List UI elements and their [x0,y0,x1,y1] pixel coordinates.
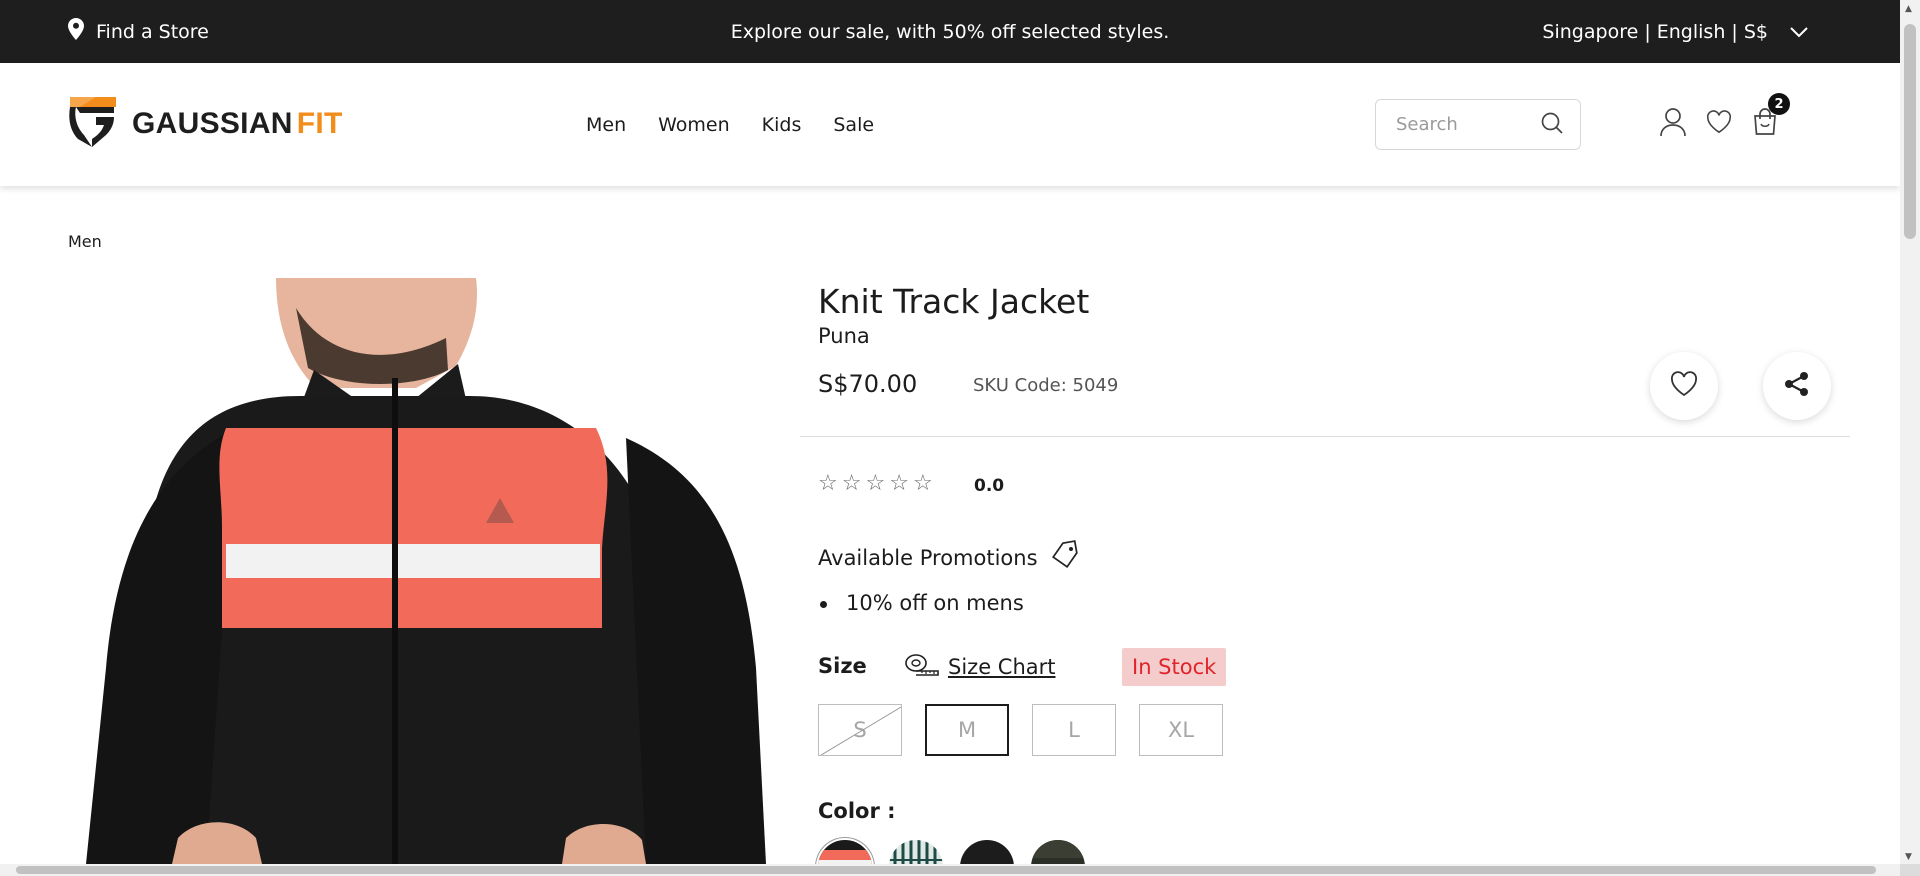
horizontal-scrollbar-thumb[interactable] [16,866,1876,874]
announcement-bar: Find a Store Explore our sale, with 50% … [0,0,1900,63]
scrollbar-thumb[interactable] [1904,24,1916,239]
product-title: Knit Track Jacket [818,282,1090,321]
brand-logo[interactable]: GAUSSIAN FIT [66,95,343,153]
size-chart-label: Size Chart [948,654,1056,679]
rating-stars: ☆ ☆ ☆ ☆ ☆ [818,471,933,496]
measuring-tape-icon [904,652,940,681]
wishlist-icon[interactable] [1706,107,1732,137]
rating-value: 0.0 [974,476,1005,496]
star-empty-icon: ☆ [841,471,862,496]
locale-label: Singapore | English | S$ [1542,20,1768,43]
share-button[interactable] [1763,352,1831,420]
nav-item-women[interactable]: Women [658,114,730,136]
account-icon[interactable] [1660,107,1686,137]
product-price: S$70.00 [818,370,918,398]
find-store-label: Find a Store [96,20,209,43]
search-input[interactable] [1396,114,1526,135]
main-nav: Men Women Kids Sale [586,63,874,186]
size-options: S M L XL [818,704,1223,756]
divider [800,436,1850,437]
tag-icon [1050,540,1080,575]
header-actions: 2 [1660,93,1790,137]
size-option-xl[interactable]: XL [1139,704,1223,756]
size-option-l[interactable]: L [1032,704,1116,756]
breadcrumb[interactable]: Men [68,232,102,251]
nav-item-men[interactable]: Men [586,114,626,136]
vertical-scrollbar[interactable]: ▲ ▼ [1900,0,1920,864]
share-icon [1784,371,1810,401]
site-header: GAUSSIANFIT Men Women Kids Sale 2 [0,63,1900,186]
nav-item-kids[interactable]: Kids [762,114,802,136]
chevron-down-icon [1790,21,1808,43]
size-option-s[interactable]: S [818,704,902,756]
promotions-heading: Available Promotions [818,540,1080,575]
logo-text: GAUSSIAN FIT [132,107,343,140]
nav-item-sale[interactable]: Sale [833,114,874,136]
add-to-wishlist-button[interactable] [1650,352,1718,420]
stock-status-badge: In Stock [1122,648,1227,686]
search-box [1375,99,1581,150]
color-heading: Color : [818,799,896,823]
product-brand: Puna [818,324,870,348]
cart-count-badge: 2 [1768,93,1790,115]
location-pin-icon [68,18,84,45]
horizontal-scrollbar[interactable] [0,864,1900,876]
heart-icon [1670,371,1698,401]
locale-selector[interactable]: Singapore | English | S$ [1542,0,1808,63]
promotion-item: 10% off on mens [820,591,1024,615]
find-store-link[interactable]: Find a Store [68,0,209,63]
star-empty-icon: ☆ [818,471,838,496]
scrollbar-corner [1900,864,1920,876]
cart-icon[interactable]: 2 [1752,93,1790,137]
size-chart-link[interactable]: Size Chart [904,652,1056,681]
product-sku: SKU Code: 5049 [973,375,1119,396]
star-empty-icon: ☆ [889,471,909,496]
scroll-up-icon[interactable]: ▲ [1905,4,1912,14]
promotions-heading-label: Available Promotions [818,545,1038,570]
size-option-m[interactable]: M [925,704,1009,756]
logo-mark-icon [66,95,118,153]
scroll-down-icon[interactable]: ▼ [1905,852,1912,862]
size-heading: Size [818,654,867,678]
star-empty-icon: ☆ [865,471,886,496]
product-image[interactable] [86,278,766,864]
search-icon[interactable] [1540,111,1564,139]
star-empty-icon: ☆ [912,471,933,496]
